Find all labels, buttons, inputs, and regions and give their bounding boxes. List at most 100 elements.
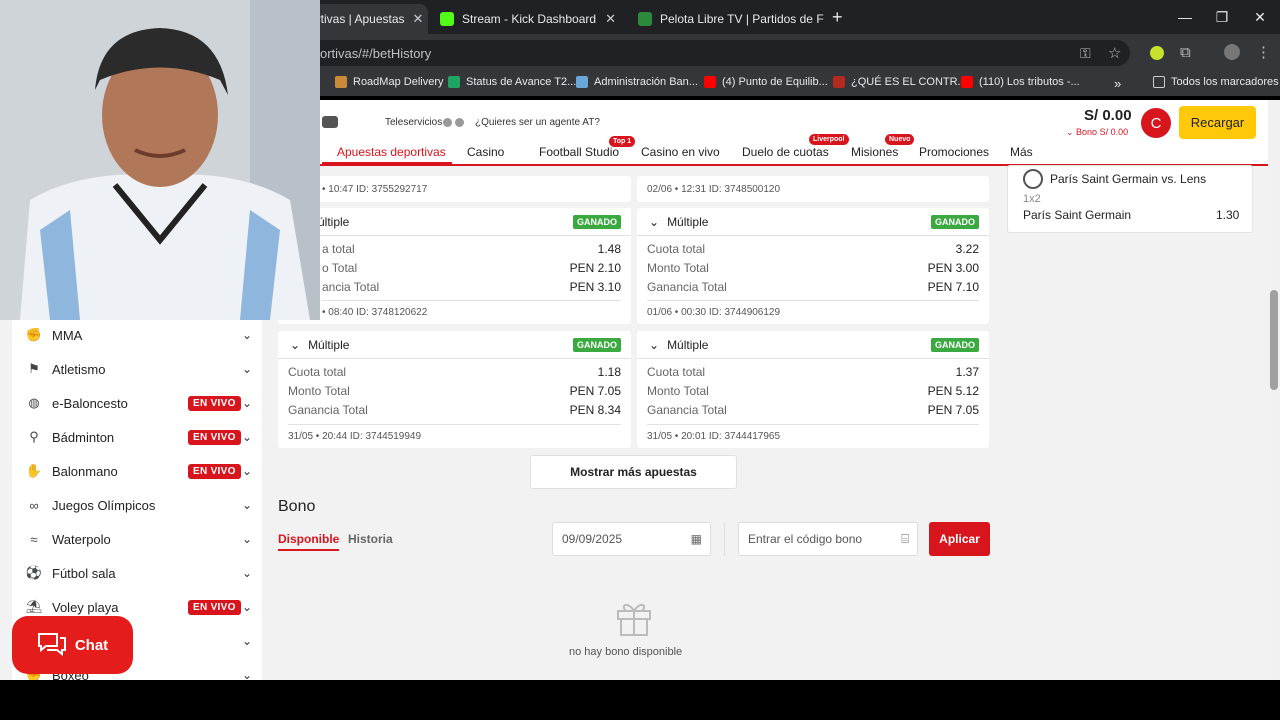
apply-button[interactable]: Aplicar — [929, 522, 990, 556]
bookmark-star-icon[interactable]: ☆ — [1108, 44, 1121, 62]
status-badge: GANADO — [931, 338, 979, 352]
bet-type: Múltiple — [667, 337, 709, 352]
telegram-icon[interactable] — [443, 118, 452, 127]
liverpool-badge: Liverpool — [809, 134, 849, 145]
chevron-down-icon[interactable]: ⌄ — [242, 362, 252, 376]
show-more-bets-button[interactable]: Mostrar más apuestas — [530, 455, 737, 489]
sheets-icon — [448, 76, 460, 88]
betslip-match: París Saint Germain vs. Lens — [1050, 172, 1207, 186]
tab-kick[interactable]: Stream - Kick Dashboard ✕ — [430, 4, 626, 34]
sidebar-item-label: Atletismo — [52, 361, 106, 377]
bookmark-item[interactable]: (110) Los tributos -... — [961, 76, 1080, 88]
tab-historia[interactable]: Historia — [348, 532, 393, 546]
nav-active-indicator — [322, 162, 452, 165]
chevron-down-icon[interactable]: ⌄ — [649, 215, 659, 229]
chevron-down-icon[interactable]: ⌄ — [242, 430, 252, 444]
chat-label: Chat — [74, 636, 109, 654]
bet-card[interactable]: ⌄ Múltiple GANADO Cuota total 3.22 Monto T… — [637, 208, 989, 324]
sidebar-item-futbol-sala[interactable]: ⚽ Fútbol sala ⌄ — [26, 558, 252, 588]
teleservicios-link[interactable]: Teleservicios — [385, 117, 442, 128]
sidebar-item-badminton[interactable]: ⚲ Bádminton EN VIVO ⌄ — [26, 422, 252, 452]
chevron-down-icon[interactable]: ⌄ — [242, 464, 252, 478]
bono-balance[interactable]: ⌄ Bono S/ 0.00 — [1066, 127, 1128, 138]
status-badge: GANADO — [931, 215, 979, 229]
url-text: ortivas/#/betHistory — [320, 45, 432, 61]
bet-card-partial: 02/06 • 12:31 ID: 3748500120 — [637, 176, 989, 202]
cuota-value: 1.48 — [597, 242, 621, 256]
restore-icon[interactable]: ❐ — [1202, 0, 1242, 34]
recargar-button[interactable]: Recargar — [1179, 106, 1256, 139]
nav-casino-en-vivo[interactable]: Casino en vivo — [641, 145, 720, 159]
monto-label: o Total — [322, 261, 358, 275]
bookmark-item[interactable]: RoadMap Delivery — [335, 76, 443, 88]
betslip-market: 1x2 — [1023, 193, 1041, 205]
sidebar-item-juegos-olimpicos[interactable]: ∞ Juegos Olímpicos ⌄ — [26, 490, 252, 520]
sidebar-item-balonmano[interactable]: ✋ Balonmano EN VIVO ⌄ — [26, 456, 252, 486]
bookmark-item[interactable]: Administración Ban... — [576, 76, 698, 88]
bet-card[interactable]: ⌄ Múltiple GANADO Cuota total 1.37 Monto T… — [637, 331, 989, 448]
address-bar[interactable]: ortivas/#/betHistory — [300, 40, 1130, 66]
bet-footer: • 08:40 ID: 3748120622 — [322, 300, 621, 324]
chevron-down-icon[interactable]: ⌄ — [290, 338, 300, 352]
chevron-down-icon[interactable]: ⌄ — [649, 338, 659, 352]
extensions-puzzle-icon[interactable]: ⧉ — [1180, 44, 1191, 61]
divider — [724, 522, 725, 556]
bet-card[interactable]: últiple GANADO a total 1.48 o Total PEN 2.… — [278, 208, 631, 324]
nav-casino[interactable]: Casino — [467, 145, 504, 159]
nav-apuestas-deportivas[interactable]: Apuestas deportivas — [337, 145, 446, 159]
bet-card[interactable]: ⌄ Múltiple GANADO Cuota total 1.18 Monto T… — [278, 331, 631, 448]
bookmark-label: Todos los marcadores — [1171, 76, 1279, 88]
nav-promociones[interactable]: Promociones — [919, 145, 989, 159]
tab-disponible[interactable]: Disponible — [278, 532, 339, 546]
close-icon[interactable]: ✕ — [605, 11, 616, 27]
profile-avatar[interactable] — [1224, 44, 1240, 60]
all-bookmarks-folder[interactable]: Todos los marcadores — [1153, 76, 1279, 88]
nav-misiones[interactable]: Misiones — [851, 145, 898, 159]
ganancia-value: PEN 3.10 — [569, 280, 621, 294]
monto-row: Monto Total PEN 7.05 — [288, 384, 621, 398]
tab-pelota[interactable]: Pelota Libre TV | Partidos de Fú ✕ — [628, 4, 824, 34]
agente-link[interactable]: ¿Quieres ser un agente AT? — [475, 117, 600, 128]
nav-football-studio[interactable]: Football Studio — [539, 145, 619, 159]
new-tab-button[interactable]: + — [832, 7, 843, 28]
bookmark-item[interactable]: ¿QUÉ ES EL CONTR... — [833, 76, 967, 88]
more-bookmarks-button[interactable]: » — [1114, 76, 1121, 91]
sidebar-item-mma[interactable]: ✊ MMA ⌄ — [26, 320, 252, 350]
chevron-down-icon[interactable]: ⌄ — [242, 634, 252, 648]
user-avatar[interactable]: C — [1141, 108, 1171, 138]
chevron-down-icon[interactable]: ⌄ — [242, 600, 252, 614]
chevron-down-icon[interactable]: ⌄ — [242, 396, 252, 410]
monto-label: Monto Total — [647, 384, 709, 398]
date-field[interactable]: 09/09/2025 ▦ — [552, 522, 711, 556]
close-icon[interactable]: ✕ — [413, 11, 424, 27]
bookmark-item[interactable]: (4) Punto de Equilib... — [704, 76, 828, 88]
sidebar-item-waterpolo[interactable]: ≈ Waterpolo ⌄ — [26, 524, 252, 554]
scrollbar-thumb[interactable] — [1270, 290, 1278, 390]
youtube-icon[interactable] — [322, 116, 338, 128]
chevron-down-icon[interactable]: ⌄ — [242, 532, 252, 546]
password-key-icon[interactable]: ⚿ — [1080, 45, 1091, 62]
bookmark-label: RoadMap Delivery — [353, 76, 444, 88]
page-scrollbar[interactable] — [1268, 100, 1280, 680]
minimize-icon[interactable]: — — [1165, 0, 1205, 34]
bono-code-input[interactable]: Entrar el código bono ⌸ — [738, 522, 918, 556]
ganancia-row: Ganancia Total PEN 7.10 — [647, 280, 979, 294]
sidebar-item-label: Fútbol sala — [52, 565, 116, 581]
messenger-icon[interactable] — [455, 118, 464, 127]
monto-label: Monto Total — [647, 261, 709, 275]
sidebar-item-e-baloncesto[interactable]: ◍ e-Baloncesto EN VIVO ⌄ — [26, 388, 252, 418]
chevron-down-icon[interactable]: ⌄ — [242, 566, 252, 580]
menu-kebab-icon[interactable]: ⋮ — [1256, 43, 1271, 61]
bookmark-item[interactable]: Status de Avance T2... — [448, 76, 576, 88]
sidebar-item-atletismo[interactable]: ⚑ Atletismo ⌄ — [26, 354, 252, 384]
chevron-down-icon[interactable]: ⌄ — [242, 498, 252, 512]
window-close-icon[interactable]: ✕ — [1240, 0, 1280, 34]
calendar-icon[interactable]: ▦ — [691, 532, 702, 546]
chat-button[interactable]: Chat — [12, 616, 133, 674]
nav-duelo-de-cuotas[interactable]: Duelo de cuotas — [742, 145, 829, 159]
bet-footer: • 10:47 ID: 3755292717 — [322, 183, 428, 195]
chevron-down-icon[interactable]: ⌄ — [242, 328, 252, 342]
empty-bono-message: no hay bono disponible — [569, 646, 683, 658]
extension-icon[interactable] — [1150, 46, 1164, 60]
nav-mas[interactable]: Más — [1010, 145, 1033, 159]
